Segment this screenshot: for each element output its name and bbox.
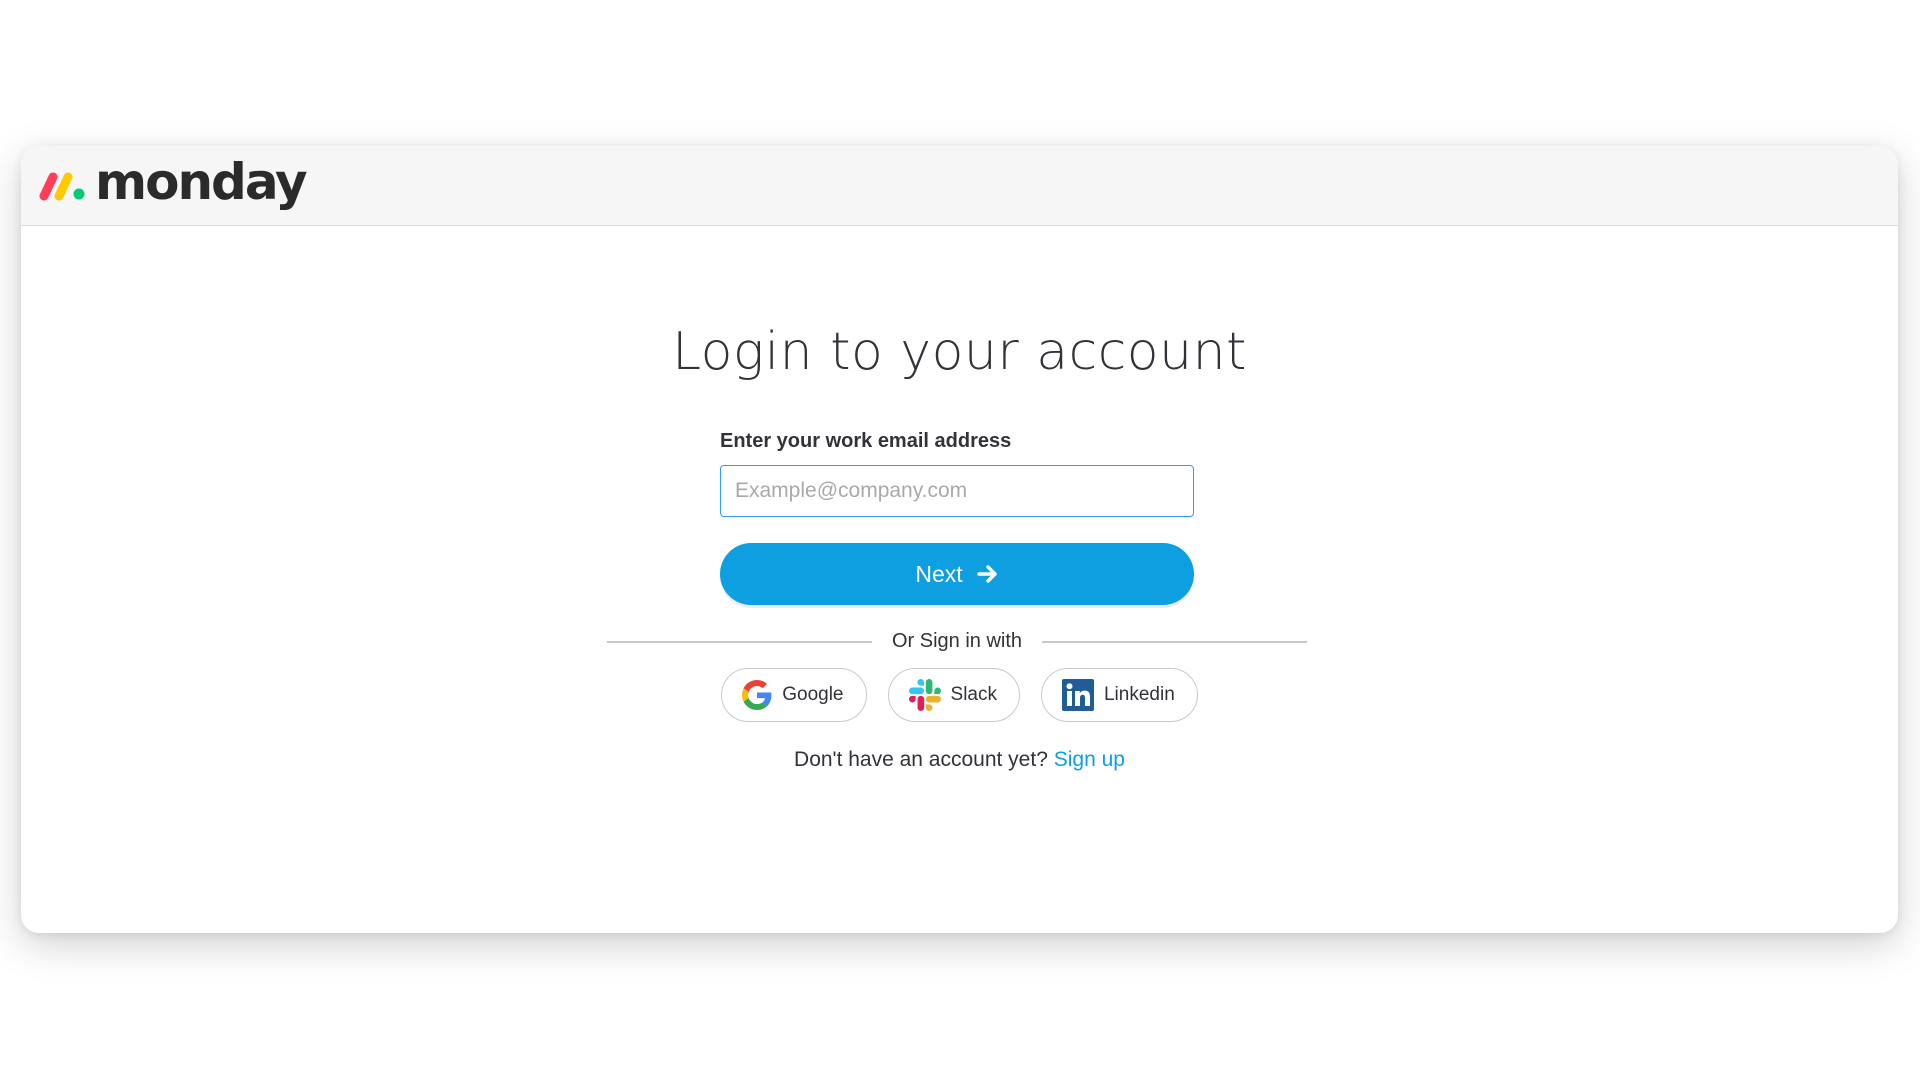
divider-text: Or Sign in with [891, 630, 1023, 652]
brand-name: monday [95, 152, 308, 211]
linkedin-icon [1061, 679, 1094, 711]
google-label: Google [782, 684, 844, 705]
signup-link[interactable]: Sign up [1054, 748, 1125, 771]
login-content: Login to your account Enter your work em… [21, 226, 1898, 933]
monday-logo[interactable]: monday [37, 157, 308, 211]
linkedin-login-button[interactable]: Linkedin [1040, 668, 1198, 722]
slack-label: Slack [950, 684, 997, 705]
divider: Or Sign in with [607, 630, 1307, 653]
page-title: Login to your account [672, 322, 1247, 382]
google-login-button[interactable]: Google [721, 668, 867, 722]
arrow-right-icon [976, 565, 997, 583]
monday-logo-icon [39, 172, 85, 200]
signup-prompt: Don't have an account yet? [794, 748, 1048, 771]
login-form: Enter your work email address Next [720, 430, 1194, 605]
next-label: Next [915, 560, 963, 587]
divider-line-right [1042, 640, 1307, 643]
social-login-row: Google Slack Linkedin [21, 668, 1898, 722]
slack-login-button[interactable]: Slack [887, 668, 1020, 722]
slack-icon [908, 679, 941, 711]
signup-row: Don't have an account yet? Sign up [21, 748, 1898, 772]
login-window: monday Login to your account Enter your … [21, 146, 1898, 933]
top-bar: monday [21, 146, 1898, 226]
email-input[interactable] [720, 465, 1194, 517]
next-button[interactable]: Next [720, 543, 1194, 605]
divider-line-left [607, 640, 872, 643]
google-icon [742, 680, 772, 710]
email-label: Enter your work email address [720, 430, 1012, 452]
linkedin-label: Linkedin [1103, 684, 1175, 705]
